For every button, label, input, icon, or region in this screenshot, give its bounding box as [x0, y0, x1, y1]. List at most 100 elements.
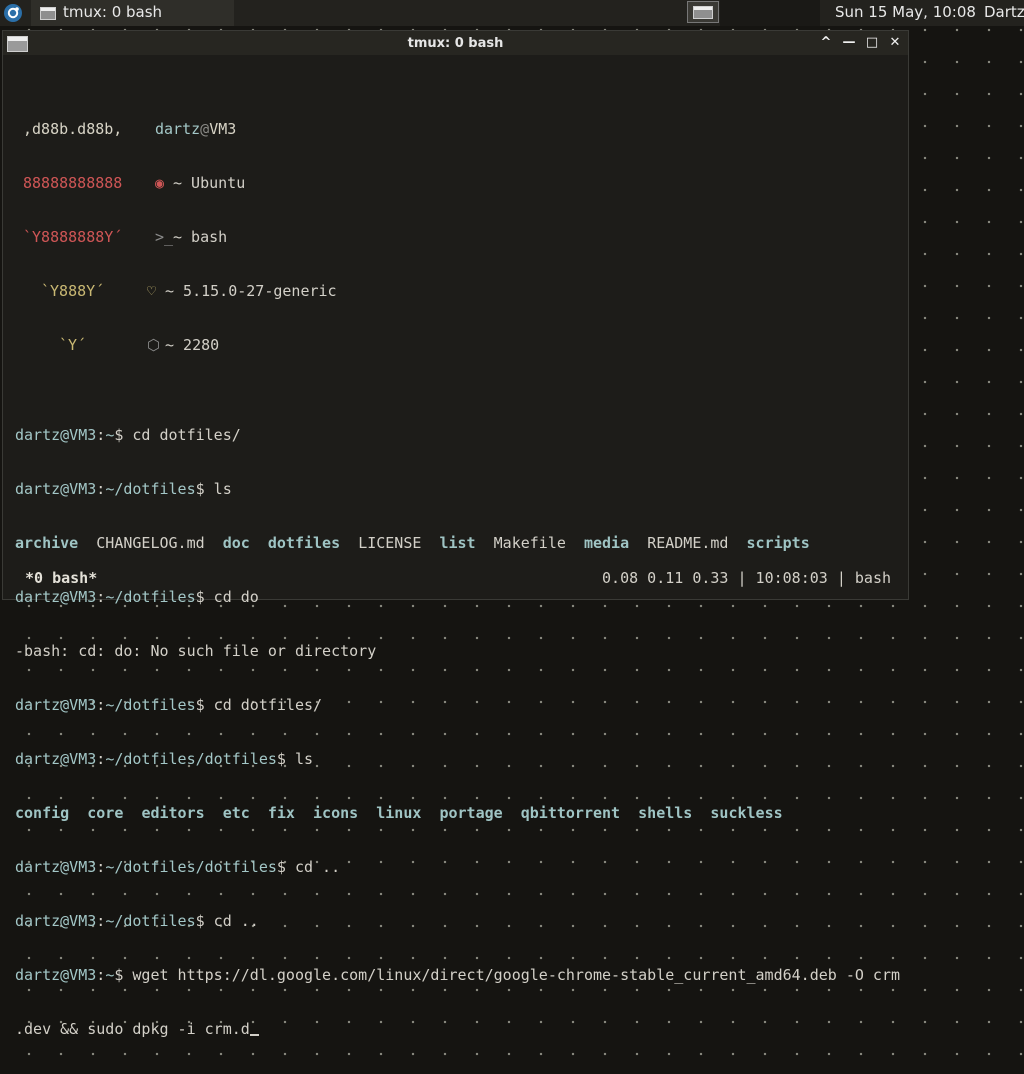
fetch-row: ,d88b.d88b, dartz@VM3 [15, 120, 903, 138]
tmux-status-bar: *0 bash* 0.08 0.11 0.33 | 10:08:03 | bas… [25, 569, 891, 589]
fetch-row: 88888888888 ◉ ~ Ubuntu [15, 174, 903, 192]
ls-output: config core editors etc fix icons linux … [15, 804, 903, 822]
prompt-user: dartz@VM3 [15, 426, 97, 444]
package-icon: ⬡ [147, 336, 161, 354]
directory-entry: portage [439, 804, 503, 822]
prompt-path: ~/dotfiles [105, 912, 196, 930]
directory-entry: doc [222, 534, 250, 552]
directory-entry: list [439, 534, 476, 552]
text-cursor [249, 1034, 259, 1036]
directory-entry: config [15, 804, 70, 822]
fetch-kernel: ~ 5.15.0-27-generic [165, 282, 337, 300]
directory-entry: etc [222, 804, 250, 822]
command-continuation[interactable]: .dev && sudo dpkg -i crm.d [15, 1020, 903, 1038]
ls-output: archive CHANGELOG.md doc dotfiles LICENS… [15, 534, 903, 552]
taskbar-item-label: tmux: 0 bash [63, 3, 163, 21]
taskbar-item-tmux[interactable]: tmux: 0 bash [31, 0, 234, 26]
prompt-user: dartz@VM3 [15, 858, 97, 876]
minimize-button[interactable]: — [839, 33, 859, 53]
prompt-path: ~ [105, 426, 115, 444]
file-entry: LICENSE [358, 534, 422, 552]
directory-entry: archive [15, 534, 79, 552]
prompt-line: dartz@VM3:~/dotfiles$ cd dotfiles/ [15, 696, 323, 714]
clock[interactable]: Sun 15 May, 10:08 [835, 3, 976, 21]
workspace-window-icon [693, 6, 713, 19]
tmux-status-right: 0.08 0.11 0.33 | 10:08:03 | bash [602, 569, 891, 587]
prompt-user: dartz@VM3 [15, 588, 97, 606]
fetch-os: ~ Ubuntu [173, 174, 246, 192]
directory-entry: fix [267, 804, 295, 822]
heart-icon: ♡ [147, 282, 157, 300]
fetch-logo-line: `Y888Y´ [41, 282, 105, 300]
directory-entry: shells [638, 804, 693, 822]
window-title: tmux: 0 bash [407, 36, 504, 51]
file-entry: README.md [647, 534, 729, 552]
prompt-user: dartz@VM3 [15, 696, 97, 714]
close-button[interactable]: ✕ [885, 33, 905, 53]
distro-logo-icon[interactable] [4, 4, 22, 22]
directory-entry: suckless [710, 804, 783, 822]
user-menu[interactable]: Dartz [984, 3, 1024, 21]
command: cd .. [204, 912, 259, 930]
prompt-line: dartz@VM3:~/dotfiles/dotfiles$ cd .. [15, 858, 341, 876]
workspace-switcher[interactable] [687, 1, 719, 23]
directory-entry: icons [313, 804, 359, 822]
fetch-logo-line: ,d88b.d88b, [23, 120, 123, 138]
command: cd dotfiles/ [204, 696, 323, 714]
panel-separator [720, 0, 820, 26]
command: ls [204, 480, 232, 498]
window-icon [40, 7, 56, 20]
shade-button[interactable]: ^ [816, 33, 836, 53]
prompt-line: dartz@VM3:~/dotfiles/dotfiles$ ls [15, 750, 314, 768]
fetch-logo-line: `Y´ [59, 336, 87, 354]
start-menu-icon [7, 7, 19, 19]
directory-entry: scripts [746, 534, 810, 552]
file-entry: CHANGELOG.md [96, 534, 205, 552]
fetch-logo-line: `Y8888888Y´ [23, 228, 123, 246]
directory-entry: dotfiles [267, 534, 341, 552]
window-titlebar[interactable]: tmux: 0 bash ^ — □ ✕ [3, 31, 908, 55]
maximize-button[interactable]: □ [862, 33, 882, 53]
tmux-window-tab[interactable]: *0 bash* [25, 569, 97, 587]
terminal-icon: >_ [155, 228, 174, 246]
prompt-line: dartz@VM3:~$ wget https://dl.google.com/… [15, 966, 901, 984]
fetch-shell: ~ bash [173, 228, 228, 246]
prompt-path: ~ [105, 966, 115, 984]
fetch-row: `Y8888888Y´ >_~ bash [15, 228, 903, 246]
command: cd .. [285, 858, 341, 876]
terminal-window[interactable]: tmux: 0 bash ^ — □ ✕ ,d88b.d88b, dartz@VM… [2, 30, 909, 1038]
prompt-user: dartz@VM3 [15, 750, 97, 768]
fetch-user: dartz [155, 120, 201, 138]
prompt-line: dartz@VM3:~/dotfiles$ ls [15, 480, 232, 498]
ubuntu-icon: ◉ [155, 174, 165, 192]
fetch-host: VM3 [209, 120, 237, 138]
prompt-line: dartz@VM3:~/dotfiles$ cd .. [15, 912, 259, 930]
prompt-path: ~/dotfiles/dotfiles [105, 858, 277, 876]
directory-entry: core [87, 804, 124, 822]
prompt-path: ~/dotfiles [105, 696, 196, 714]
command-wrap: .dev && sudo dpkg -i crm.d [15, 1020, 250, 1038]
command: cd do [204, 588, 259, 606]
command: cd dotfiles/ [123, 426, 241, 444]
prompt-user: dartz@VM3 [15, 480, 97, 498]
fetch-at: @ [200, 120, 210, 138]
fetch-logo-line: 88888888888 [23, 174, 123, 192]
directory-entry: editors [141, 804, 205, 822]
prompt-path: ~/dotfiles [105, 588, 196, 606]
prompt-user: dartz@VM3 [15, 912, 97, 930]
prompt-line: dartz@VM3:~$ cd dotfiles/ [15, 426, 241, 444]
error-output: -bash: cd: do: No such file or directory [15, 642, 377, 660]
directory-entry: media [583, 534, 630, 552]
prompt-path: ~/dotfiles [105, 480, 196, 498]
top-panel: tmux: 0 bash Sun 15 May, 10:08 Dartz [0, 0, 1024, 26]
command: wget https://dl.google.com/linux/direct/… [123, 966, 901, 984]
directory-entry: linux [376, 804, 422, 822]
prompt-user: dartz@VM3 [15, 966, 97, 984]
fetch-packages: ~ 2280 [165, 336, 220, 354]
prompt-line: dartz@VM3:~/dotfiles$ cd do [15, 588, 259, 606]
fetch-row: `Y888Y´ ♡ ~ 5.15.0-27-generic [15, 282, 903, 300]
file-entry: Makefile [493, 534, 566, 552]
directory-entry: qbittorrent [520, 804, 621, 822]
prompt-path: ~/dotfiles/dotfiles [105, 750, 277, 768]
fetch-row: `Y´ ⬡ ~ 2280 [15, 336, 903, 354]
